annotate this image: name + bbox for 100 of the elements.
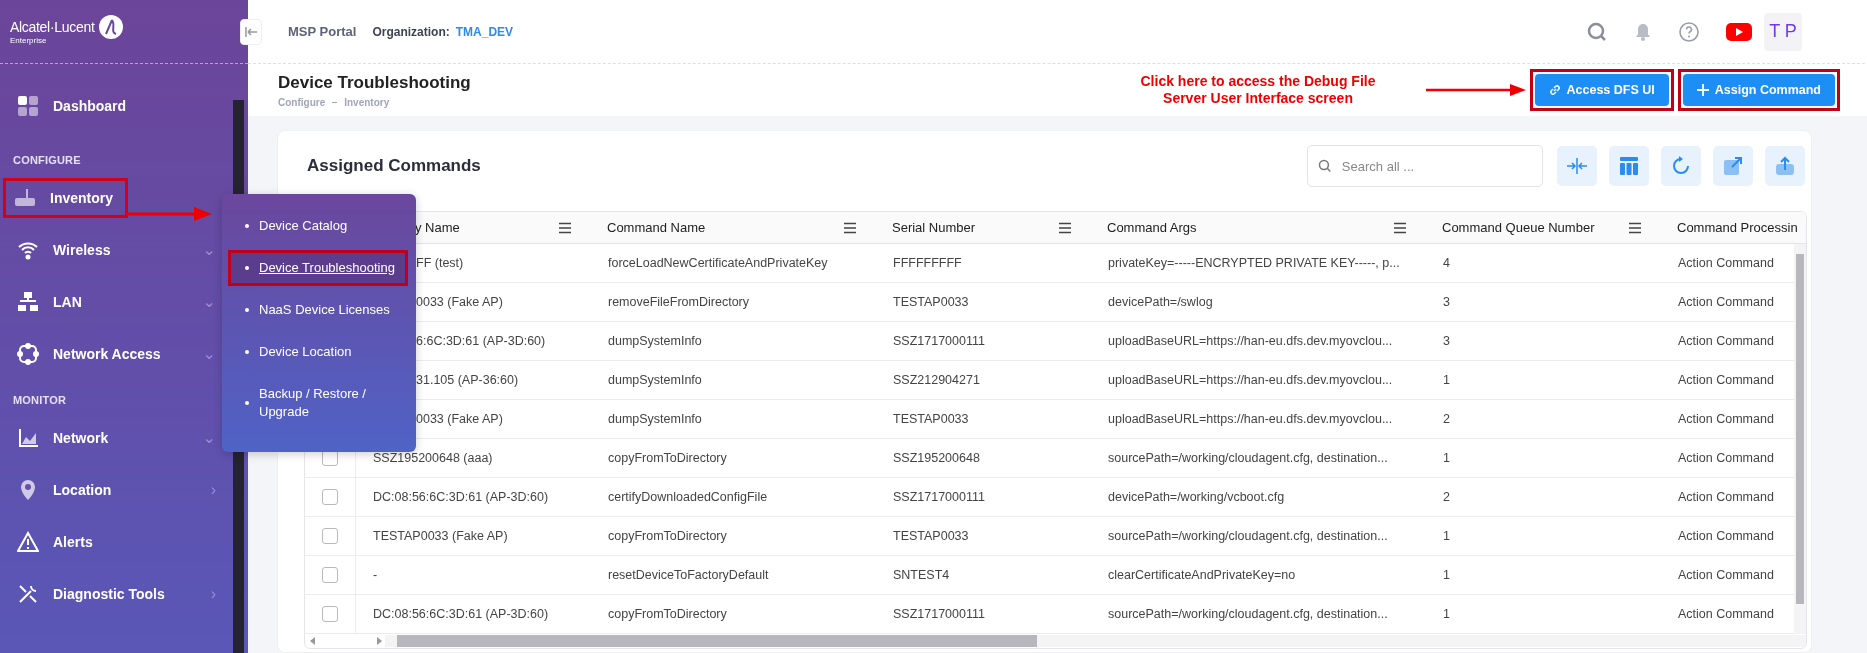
brand-subtitle: Enterprise — [10, 36, 47, 45]
row-checkbox[interactable] — [322, 489, 338, 505]
refresh-button[interactable] — [1661, 146, 1701, 186]
page-title: Device Troubleshooting — [278, 72, 471, 93]
column-header[interactable]: Command Name — [607, 220, 706, 235]
table-cell: dumpSystemInfo — [608, 373, 702, 387]
collapse-columns-button[interactable] — [1557, 146, 1597, 186]
table-cell: Action Command — [1678, 256, 1774, 270]
external-link-button[interactable] — [1713, 146, 1753, 186]
submenu-item[interactable]: Device Troubleshooting — [231, 253, 405, 283]
vertical-scrollbar[interactable] — [1794, 244, 1806, 634]
table-cell: TESTAP0033 — [893, 295, 969, 309]
table-cell: sourcePath=/working/cloudagent.cfg, destination... — [1108, 529, 1388, 543]
submenu-item[interactable]: Device Location — [231, 337, 405, 367]
row-checkbox[interactable] — [322, 528, 338, 544]
table-cell: Action Command — [1678, 334, 1774, 348]
table-cell: Action Command — [1678, 295, 1774, 309]
access-button[interactable]: Access DFS UI — [1534, 74, 1669, 106]
table-cell: TESTAP0033 (Fake AP) — [373, 529, 508, 543]
table-cell: 2 — [1443, 490, 1450, 504]
video-play-icon[interactable] — [1726, 22, 1752, 41]
nav-item[interactable]: LAN — [0, 282, 97, 322]
column-menu-icon[interactable] — [1058, 221, 1072, 234]
nav-item[interactable]: Network — [0, 418, 124, 458]
table-cell: uploadBaseURL=https://han-eu.dfs.dev.myovclou... — [1108, 373, 1393, 387]
table-cell: uploadBaseURL=https://han-eu.dfs.dev.myovclou... — [1108, 412, 1393, 426]
tools-icon — [17, 583, 39, 605]
nav-item[interactable]: Wireless — [0, 230, 126, 270]
portal-name: MSP Portal — [288, 24, 357, 39]
submenu-item[interactable]: Device Catalog — [231, 211, 405, 241]
link-icon — [1548, 84, 1561, 96]
column-menu-icon[interactable] — [843, 221, 857, 234]
table-cell: forceLoadNewCertificateAndPrivateKey — [608, 256, 828, 270]
chevron-icon: ⌄ — [202, 242, 216, 258]
user-avatar[interactable]: T P — [1764, 12, 1802, 51]
table-cell: DC:08:56:6C:3D:61 (AP-3D:60) — [373, 607, 549, 621]
table-cell: certifyDownloadedConfigFile — [608, 490, 768, 504]
table-cell: SSZ1717000111 — [893, 334, 985, 348]
table-cell: SSZ195200648 (aaa) — [373, 451, 493, 465]
chevron-icon: ⌄ — [202, 430, 216, 446]
search-icon[interactable] — [1586, 20, 1608, 43]
table-cell: Action Command — [1678, 412, 1774, 426]
table-cell: 2 — [1443, 412, 1450, 426]
chart-icon — [17, 427, 39, 449]
submenu-item[interactable]: NaaS Device Licenses — [231, 295, 405, 325]
chevron-icon: ⌄ — [202, 346, 216, 362]
table-cell: dumpSystemInfo — [608, 334, 702, 348]
organization-name[interactable]: TMA_DEV — [455, 24, 514, 39]
bell-icon[interactable] — [1634, 21, 1652, 42]
table-cell: removeFileFromDirectory — [608, 295, 749, 309]
table-cell: 1 — [1443, 529, 1450, 543]
column-header[interactable]: Command Queue Number — [1442, 220, 1595, 235]
search-field[interactable]: Search all ... — [1307, 145, 1543, 187]
nav-item[interactable]: Diagnostic Tools — [0, 574, 180, 614]
search-icon — [1318, 159, 1332, 173]
table-cell: 4 — [1443, 256, 1450, 270]
column-header[interactable]: Command Processin — [1677, 220, 1798, 235]
table-cell: copyFromToDirectory — [608, 607, 727, 621]
table-cell: FFFFFFFFF — [893, 256, 962, 270]
table-cell: sourcePath=/working/cloudagent.cfg, destination... — [1108, 451, 1388, 465]
table-cell: SSZ1717000111 — [893, 490, 985, 504]
column-header[interactable]: Serial Number — [892, 220, 976, 235]
assign-command-button[interactable]: Assign Command — [1682, 74, 1835, 106]
table-cell: 1 — [1443, 451, 1450, 465]
column-menu-icon[interactable] — [558, 221, 572, 234]
table-cell: Action Command — [1678, 568, 1774, 582]
table-cell: Action Command — [1678, 451, 1774, 465]
help-icon[interactable] — [1678, 20, 1700, 43]
table-cell: copyFromToDirectory — [608, 451, 727, 465]
table-cell: devicePath=/working/vcboot.cfg — [1108, 490, 1285, 504]
columns-button[interactable] — [1609, 146, 1649, 186]
nav-item[interactable]: Network Access — [0, 334, 176, 374]
column-menu-icon[interactable] — [1628, 221, 1642, 234]
wifi-icon — [17, 239, 39, 261]
nav-item[interactable]: Alerts — [0, 522, 108, 562]
table-cell: dumpSystemInfo — [608, 412, 702, 426]
table-cell: 1 — [1443, 373, 1450, 387]
table-cell: DC:08:56:6C:3D:61 (AP-3D:60) — [373, 490, 549, 504]
table-cell: Action Command — [1678, 529, 1774, 543]
collapse-sidebar-button[interactable] — [240, 18, 262, 45]
table-cell: copyFromToDirectory — [608, 529, 727, 543]
table-cell: SNTEST4 — [893, 568, 950, 582]
organization-label: Organization: — [372, 24, 450, 39]
brand-name: Alcatel·Lucent — [10, 19, 95, 35]
column-header[interactable]: Command Args — [1107, 220, 1197, 235]
external-link-icon — [1723, 156, 1743, 176]
horizontal-scrollbar[interactable] — [385, 635, 1806, 647]
table-cell: TESTAP0033 — [893, 529, 969, 543]
submenu-item[interactable]: Backup / Restore / Upgrade — [231, 379, 405, 427]
row-checkbox[interactable] — [322, 567, 338, 583]
nav-item[interactable]: Location — [0, 470, 127, 510]
table-cell: - — [373, 568, 378, 582]
upload-button[interactable] — [1765, 146, 1805, 186]
row-checkbox[interactable] — [322, 606, 338, 622]
grid-icon — [17, 95, 39, 117]
nav-item[interactable]: Dashboard — [0, 86, 142, 126]
logo-icon — [98, 14, 124, 40]
table-cell: 31.105 (AP-36:60) — [416, 373, 519, 387]
chevron-icon: ⌄ — [202, 294, 216, 310]
column-menu-icon[interactable] — [1393, 221, 1407, 234]
